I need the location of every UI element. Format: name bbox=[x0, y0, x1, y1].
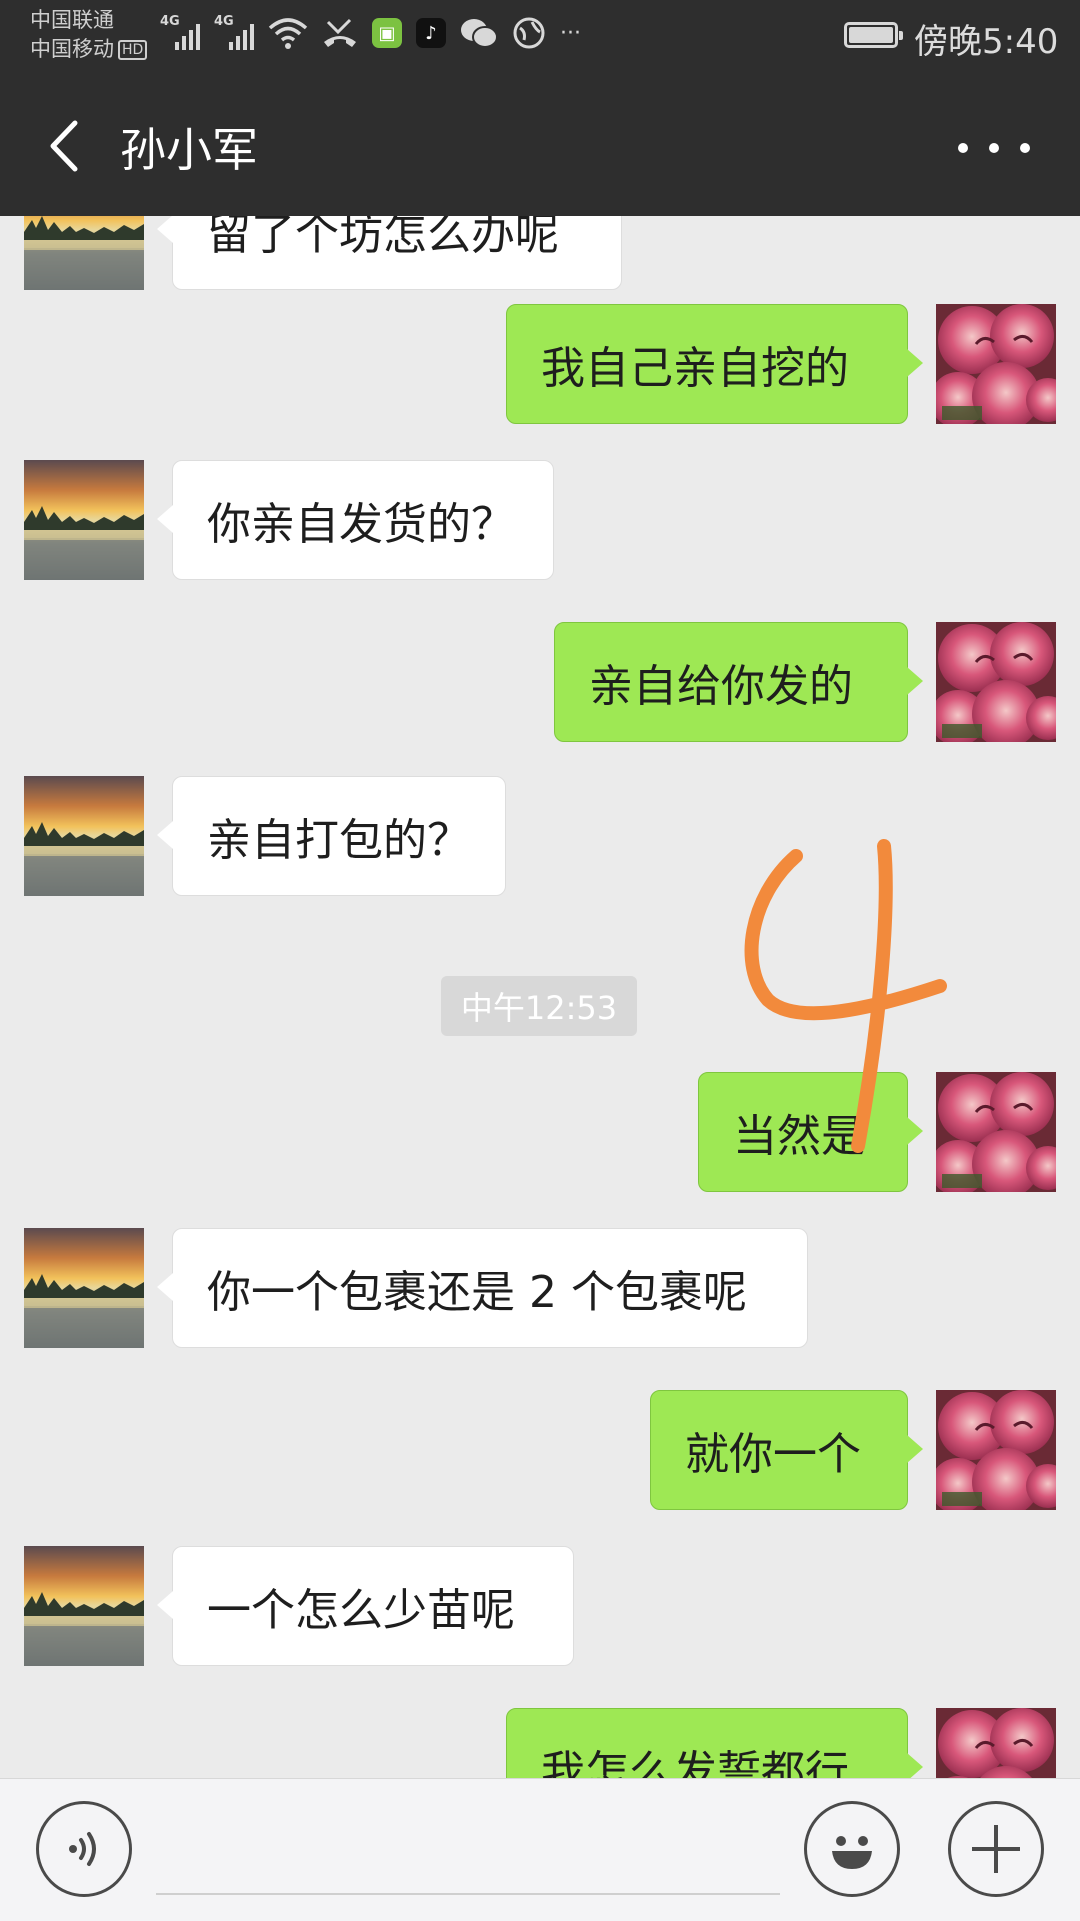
voice-icon bbox=[69, 1832, 96, 1866]
wechat-icon bbox=[461, 19, 498, 48]
more-notifications-label: ··· bbox=[560, 20, 581, 46]
message-text: 就你一个 bbox=[685, 1429, 861, 1480]
signal-icon: 4G bbox=[160, 14, 200, 52]
message-bubble[interactable]: 我怎么发誓都行 bbox=[506, 1708, 923, 1778]
message-bubble[interactable]: 留了个坊怎么办呢 bbox=[157, 216, 622, 290]
globe-icon bbox=[513, 17, 545, 49]
self-avatar[interactable] bbox=[936, 1708, 1056, 1778]
plus-button[interactable] bbox=[948, 1801, 1044, 1897]
message-text: 我怎么发誓都行 bbox=[541, 1747, 849, 1778]
voice-button[interactable] bbox=[36, 1801, 132, 1897]
battery-icon bbox=[844, 22, 903, 48]
annotation-stroke bbox=[744, 839, 947, 1153]
status-icons: 4G 4G ▣ ♪ ··· bbox=[160, 14, 581, 52]
message-text: 留了个坊怎么办呢 bbox=[207, 216, 559, 260]
more-dots-icon bbox=[958, 143, 968, 153]
missed-call-icon bbox=[324, 18, 356, 47]
input-bar bbox=[0, 1778, 1080, 1921]
carrier-info: 中国联通 中国移动 HD bbox=[30, 6, 148, 64]
clock: 傍晚5:40 bbox=[914, 22, 1059, 62]
message-list[interactable]: 留了个坊怎么办呢 我自己亲自挖的 你亲自发货的？ 亲自给你发的 亲自打包的？ 中… bbox=[0, 216, 1080, 1778]
back-button[interactable] bbox=[36, 116, 92, 176]
message-text: 你一个包裹还是 2 个包裹呢 bbox=[207, 1267, 747, 1318]
emoji-button[interactable] bbox=[804, 1801, 900, 1897]
message-bubble[interactable]: 亲自给你发的 bbox=[554, 622, 923, 742]
message-bubble[interactable]: 一个怎么少苗呢 bbox=[157, 1546, 574, 1666]
carrier-2-label: 中国移动 bbox=[30, 37, 114, 61]
wifi-icon bbox=[268, 18, 308, 49]
hd-badge: HD bbox=[118, 40, 148, 60]
message-bubble[interactable]: 就你一个 bbox=[650, 1390, 923, 1510]
message-text: 一个怎么少苗呢 bbox=[207, 1585, 515, 1636]
chat-title: 孙小军 bbox=[120, 123, 258, 177]
contact-avatar[interactable] bbox=[24, 1228, 144, 1348]
message-bubble[interactable]: 亲自打包的？ bbox=[157, 776, 506, 896]
tiktok-icon: ♪ bbox=[416, 18, 446, 48]
status-bar: 中国联通 中国移动 HD 4G 4G ▣ ♪ ··· 傍晚5:40 bbox=[0, 0, 1080, 76]
back-arrow-icon bbox=[50, 120, 78, 172]
message-text: 你亲自发货的？ bbox=[207, 499, 515, 550]
emoji-icon bbox=[832, 1836, 872, 1869]
timestamp: 中午12:53 bbox=[441, 976, 637, 1036]
plus-icon bbox=[972, 1825, 1020, 1873]
contact-avatar[interactable] bbox=[24, 1546, 144, 1666]
more-menu-button[interactable] bbox=[958, 130, 1030, 166]
message-text: 我自己亲自挖的 bbox=[541, 343, 849, 394]
message-input[interactable] bbox=[156, 1893, 780, 1895]
signal-icon: 4G bbox=[214, 14, 254, 52]
self-avatar[interactable] bbox=[936, 304, 1056, 424]
app-notification-icon: ▣ bbox=[372, 18, 402, 48]
message-bubble[interactable]: 你一个包裹还是 2 个包裹呢 bbox=[157, 1228, 808, 1348]
message-bubble[interactable]: 你亲自发货的？ bbox=[157, 460, 554, 580]
handwritten-four-annotation bbox=[744, 839, 947, 1153]
contact-avatar[interactable] bbox=[24, 216, 144, 290]
contact-avatar[interactable] bbox=[24, 460, 144, 580]
chat-header: 孙小军 bbox=[0, 76, 1080, 216]
carrier-1-label: 中国联通 bbox=[30, 8, 114, 32]
self-avatar[interactable] bbox=[936, 1390, 1056, 1510]
contact-avatar[interactable] bbox=[24, 776, 144, 896]
message-bubble[interactable]: 我自己亲自挖的 bbox=[506, 304, 923, 424]
self-avatar[interactable] bbox=[936, 622, 1056, 742]
message-text: 亲自给你发的 bbox=[589, 661, 853, 712]
message-text: 亲自打包的？ bbox=[207, 815, 471, 866]
